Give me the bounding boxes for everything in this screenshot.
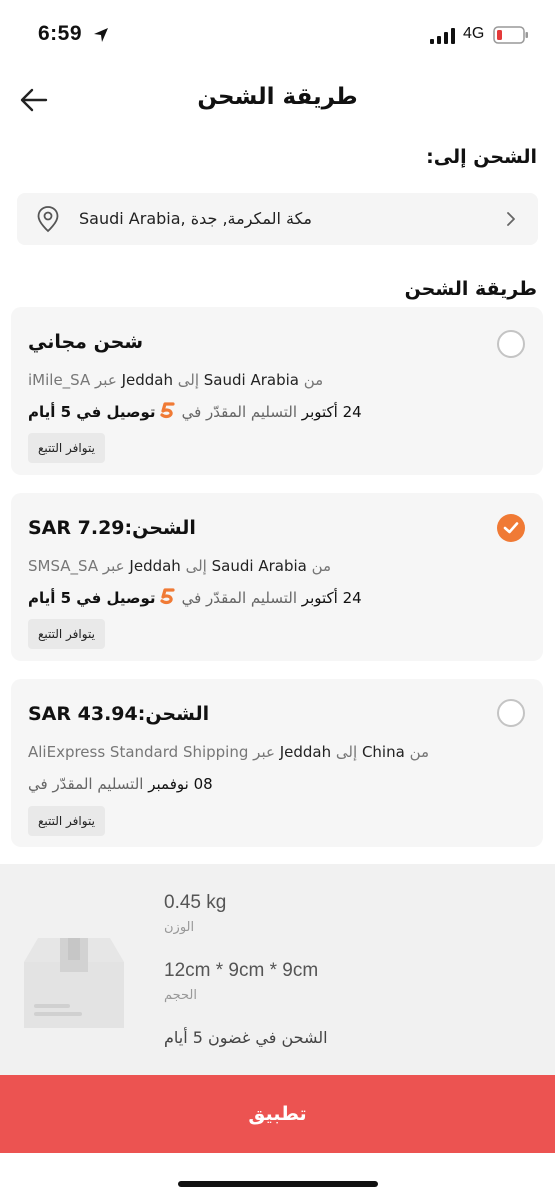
option-title: الشحن:SAR 43.94 <box>28 703 210 725</box>
network-type: 4G <box>463 25 485 42</box>
address-selector[interactable]: Saudi Arabia, مكة المكرمة, جدة <box>17 193 538 245</box>
ships-within-text: الشحن في غضون 5 أيام <box>164 1028 328 1047</box>
radio-unselected[interactable] <box>497 699 525 727</box>
ship-to-label: الشحن إلى: <box>426 146 537 168</box>
status-bar: 6:59 4G <box>0 0 555 72</box>
option-route: من Saudi Arabia إلى Jeddah عبر SMSA_SA <box>28 557 332 575</box>
radio-check-icon <box>503 522 519 534</box>
tracking-badge: يتوافر التتبع <box>28 806 105 836</box>
shipping-option-smsa[interactable]: الشحن:SAR 7.29 من Saudi Arabia إلى Jedda… <box>11 493 543 661</box>
address-text: Saudi Arabia, مكة المكرمة, جدة <box>79 209 312 228</box>
nav-bar: طريقة الشحن <box>0 72 555 128</box>
weight-value: 0.45 kg <box>164 892 227 913</box>
option-delivery: 24 أكتوبر التسليم المقدّر فيتوصيل في 5 أ… <box>28 588 362 607</box>
size-label: الحجم <box>164 988 198 1003</box>
fast-delivery-logo-icon <box>159 588 175 605</box>
location-arrow-icon <box>94 28 108 42</box>
signal-icon <box>430 28 455 44</box>
option-delivery: 24 أكتوبر التسليم المقدّر فيتوصيل في 5 أ… <box>28 402 362 421</box>
page-title: طريقة الشحن <box>197 84 358 110</box>
weight-label: الوزن <box>164 920 195 935</box>
package-info-panel: 0.45 kg الوزن 12cm * 9cm * 9cm الحجم الش… <box>0 864 555 1076</box>
radio-unselected[interactable] <box>497 330 525 358</box>
status-time: 6:59 <box>38 22 83 45</box>
apply-button[interactable]: تطبيق <box>0 1075 555 1153</box>
option-delivery: 08 نوفمبر التسليم المقدّر في <box>28 775 213 793</box>
package-box-icon <box>24 938 124 1028</box>
shipping-option-aliexpress[interactable]: الشحن:SAR 43.94 من China إلى Jeddah عبر … <box>11 679 543 847</box>
option-title: الشحن:SAR 7.29 <box>28 517 196 539</box>
option-route: من Saudi Arabia إلى Jeddah عبر iMile_SA <box>28 371 324 389</box>
option-route: من China إلى Jeddah عبر AliExpress Stand… <box>28 743 430 761</box>
shipping-option-free[interactable]: شحن مجاني من Saudi Arabia إلى Jeddah عبر… <box>11 307 543 475</box>
location-pin-icon <box>37 206 59 233</box>
home-indicator <box>178 1181 378 1187</box>
tracking-badge: يتوافر التتبع <box>28 433 105 463</box>
tracking-badge: يتوافر التتبع <box>28 619 105 649</box>
size-value: 12cm * 9cm * 9cm <box>164 960 319 981</box>
shipping-method-label: طريقة الشحن <box>404 278 537 300</box>
option-title: شحن مجاني <box>28 331 144 353</box>
battery-icon <box>493 26 528 44</box>
radio-selected[interactable] <box>497 514 525 542</box>
chevron-right-icon <box>507 212 515 226</box>
fast-delivery-logo-icon <box>159 402 175 419</box>
